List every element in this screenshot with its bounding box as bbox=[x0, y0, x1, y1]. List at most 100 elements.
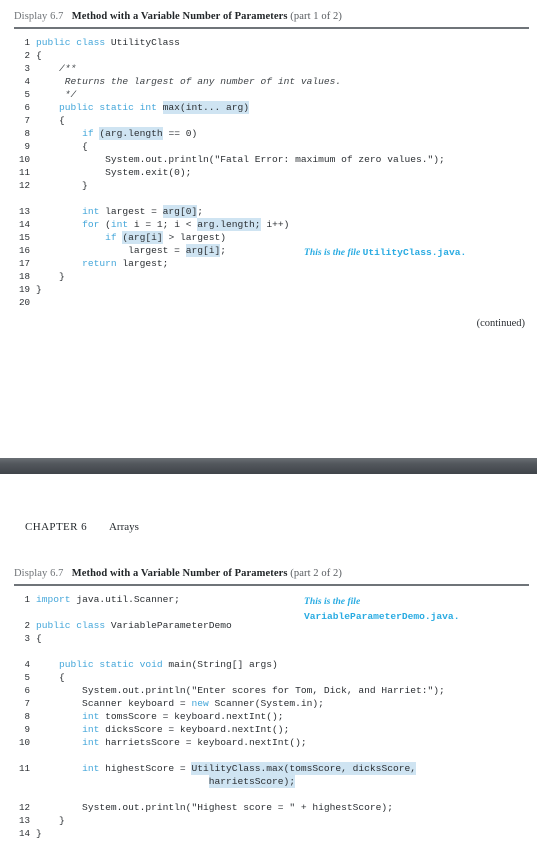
code-keyword: public static void bbox=[59, 658, 169, 670]
code-text: highestScore = bbox=[105, 762, 192, 774]
code-text: ; bbox=[220, 244, 226, 256]
code-line: harrietsScore); bbox=[0, 774, 537, 788]
file-annotation-part1: This is the file UtilityClass.java. bbox=[304, 244, 466, 259]
code-listing-part1: 1 public class UtilityClass 2{3 /** 4 Retur… bbox=[0, 29, 537, 309]
display-caption-part2: Display 6.7 Method with a Variable Numbe… bbox=[0, 563, 537, 584]
code-line-source: System.out.println("Fatal Error: maximum… bbox=[36, 153, 445, 166]
code-line-source: public static int max(int... arg) bbox=[36, 100, 250, 114]
code-line-number: 3 bbox=[24, 632, 30, 644]
code-line-number: 5 bbox=[24, 88, 30, 100]
code-line-number: 12 bbox=[18, 801, 30, 813]
code-line-source: public static void main(String[] args) bbox=[36, 658, 278, 671]
code-text: } bbox=[36, 179, 88, 191]
code-text: UtilityClass bbox=[110, 36, 180, 48]
code-line: 13 } bbox=[0, 814, 537, 827]
code-text: ; bbox=[197, 205, 203, 217]
code-line-source: int highestScore = UtilityClass.max(toms… bbox=[36, 761, 416, 775]
code-line: 3{ bbox=[0, 632, 537, 645]
code-highlight: UtilityClass.max(tomsScore, dicksScore, bbox=[191, 761, 416, 775]
code-text: tomsScore = keyboard.nextInt(); bbox=[105, 710, 284, 722]
code-text: dicksScore = keyboard.nextInt(); bbox=[105, 723, 290, 735]
code-line: 6 System.out.println("Enter scores for T… bbox=[0, 684, 537, 697]
code-line: 4 public static void main(String[] args) bbox=[0, 658, 537, 671]
code-text: { bbox=[36, 114, 65, 126]
code-line-source: import java.util.Scanner; bbox=[36, 593, 180, 606]
display-caption-label: Display 6.7 bbox=[14, 11, 64, 22]
code-keyword: int bbox=[110, 218, 134, 230]
code-line-number: 1 bbox=[24, 593, 30, 605]
code-keyword: if bbox=[82, 127, 100, 139]
code-line-number: 9 bbox=[24, 140, 30, 152]
code-line-number: 7 bbox=[24, 114, 30, 126]
code-text: Scanner(System.in); bbox=[214, 697, 324, 709]
section-separator-band bbox=[0, 458, 537, 474]
code-text: main(String[] args) bbox=[168, 658, 278, 670]
code-line-number: 4 bbox=[24, 658, 30, 670]
code-comment: */ bbox=[64, 88, 77, 100]
code-keyword: return bbox=[82, 257, 123, 269]
code-text: java.util.Scanner; bbox=[76, 593, 180, 605]
code-text: == 0) bbox=[162, 127, 198, 139]
code-line-number: 11 bbox=[18, 762, 30, 774]
code-text: largest = bbox=[105, 205, 163, 217]
code-line-number: 16 bbox=[18, 244, 30, 256]
code-line: 12 System.out.println("Highest score = "… bbox=[0, 801, 537, 814]
code-text: } bbox=[36, 270, 65, 282]
code-line: 19} bbox=[0, 283, 537, 296]
code-text: { bbox=[36, 49, 42, 61]
code-keyword: if bbox=[105, 231, 123, 243]
code-line-number: 8 bbox=[24, 710, 30, 722]
code-line-number: 15 bbox=[18, 231, 30, 243]
code-line-number: 2 bbox=[24, 619, 30, 631]
display-caption-title: Method with a Variable Number of Paramet… bbox=[71, 11, 288, 22]
code-line: 9 { bbox=[0, 140, 537, 153]
code-highlight: (arg.length bbox=[99, 126, 163, 140]
code-line-number: 8 bbox=[24, 127, 30, 139]
display-caption-title-2: Method with a Variable Number of Paramet… bbox=[71, 568, 288, 579]
code-line-number: 10 bbox=[18, 736, 30, 748]
code-highlight: (arg[i] bbox=[122, 230, 163, 244]
code-text: > largest) bbox=[162, 231, 227, 243]
code-line: 13 int largest = arg[0]; bbox=[0, 204, 537, 218]
code-line: 8 if (arg.length == 0) bbox=[0, 126, 537, 140]
code-line: 18 } bbox=[0, 270, 537, 283]
code-line: 3 /** bbox=[0, 62, 537, 75]
file-annotation-part2: This is the file VariableParameterDemo.j… bbox=[304, 593, 459, 623]
code-line: 1 public class UtilityClass bbox=[0, 36, 537, 49]
code-line-source: if (arg.length == 0) bbox=[36, 126, 198, 140]
code-keyword: int bbox=[82, 736, 106, 748]
code-line: 14} bbox=[0, 827, 537, 840]
code-line-number: 1 bbox=[24, 36, 30, 48]
code-line-source: if (arg[i] > largest) bbox=[36, 230, 227, 244]
code-text: Scanner keyboard = bbox=[36, 697, 192, 709]
code-line: 5 */ bbox=[0, 88, 537, 101]
code-line: 4 Returns the largest of any number of i… bbox=[0, 75, 537, 88]
code-line: 12 } bbox=[0, 179, 537, 192]
code-text: } bbox=[36, 814, 65, 826]
code-keyword: int bbox=[82, 762, 106, 774]
code-line-number: 13 bbox=[18, 205, 30, 217]
code-keyword: int bbox=[82, 205, 106, 217]
code-line-number: 10 bbox=[18, 153, 30, 165]
code-line-number: 7 bbox=[24, 697, 30, 709]
code-comment: /** bbox=[59, 62, 77, 74]
code-line: 10 System.out.println("Fatal Error: maxi… bbox=[0, 153, 537, 166]
display-caption-part: (part 1 of 2) bbox=[290, 11, 343, 22]
code-line-source: } bbox=[36, 270, 65, 283]
display-caption-part1: Display 6.7 Method with a Variable Numbe… bbox=[0, 6, 537, 27]
code-line-source: for (int i = 1; i < arg.length; i++) bbox=[36, 217, 289, 231]
code-line-number: 5 bbox=[24, 671, 30, 683]
file-annotation-period-2: . bbox=[453, 611, 460, 622]
code-line: 20 bbox=[0, 296, 537, 309]
code-keyword: import bbox=[36, 593, 77, 605]
code-line-source: { bbox=[36, 49, 42, 62]
code-line-source: System.out.println("Highest score = " + … bbox=[36, 801, 393, 814]
code-text: largest = bbox=[36, 244, 186, 256]
code-line-source: } bbox=[36, 814, 65, 827]
